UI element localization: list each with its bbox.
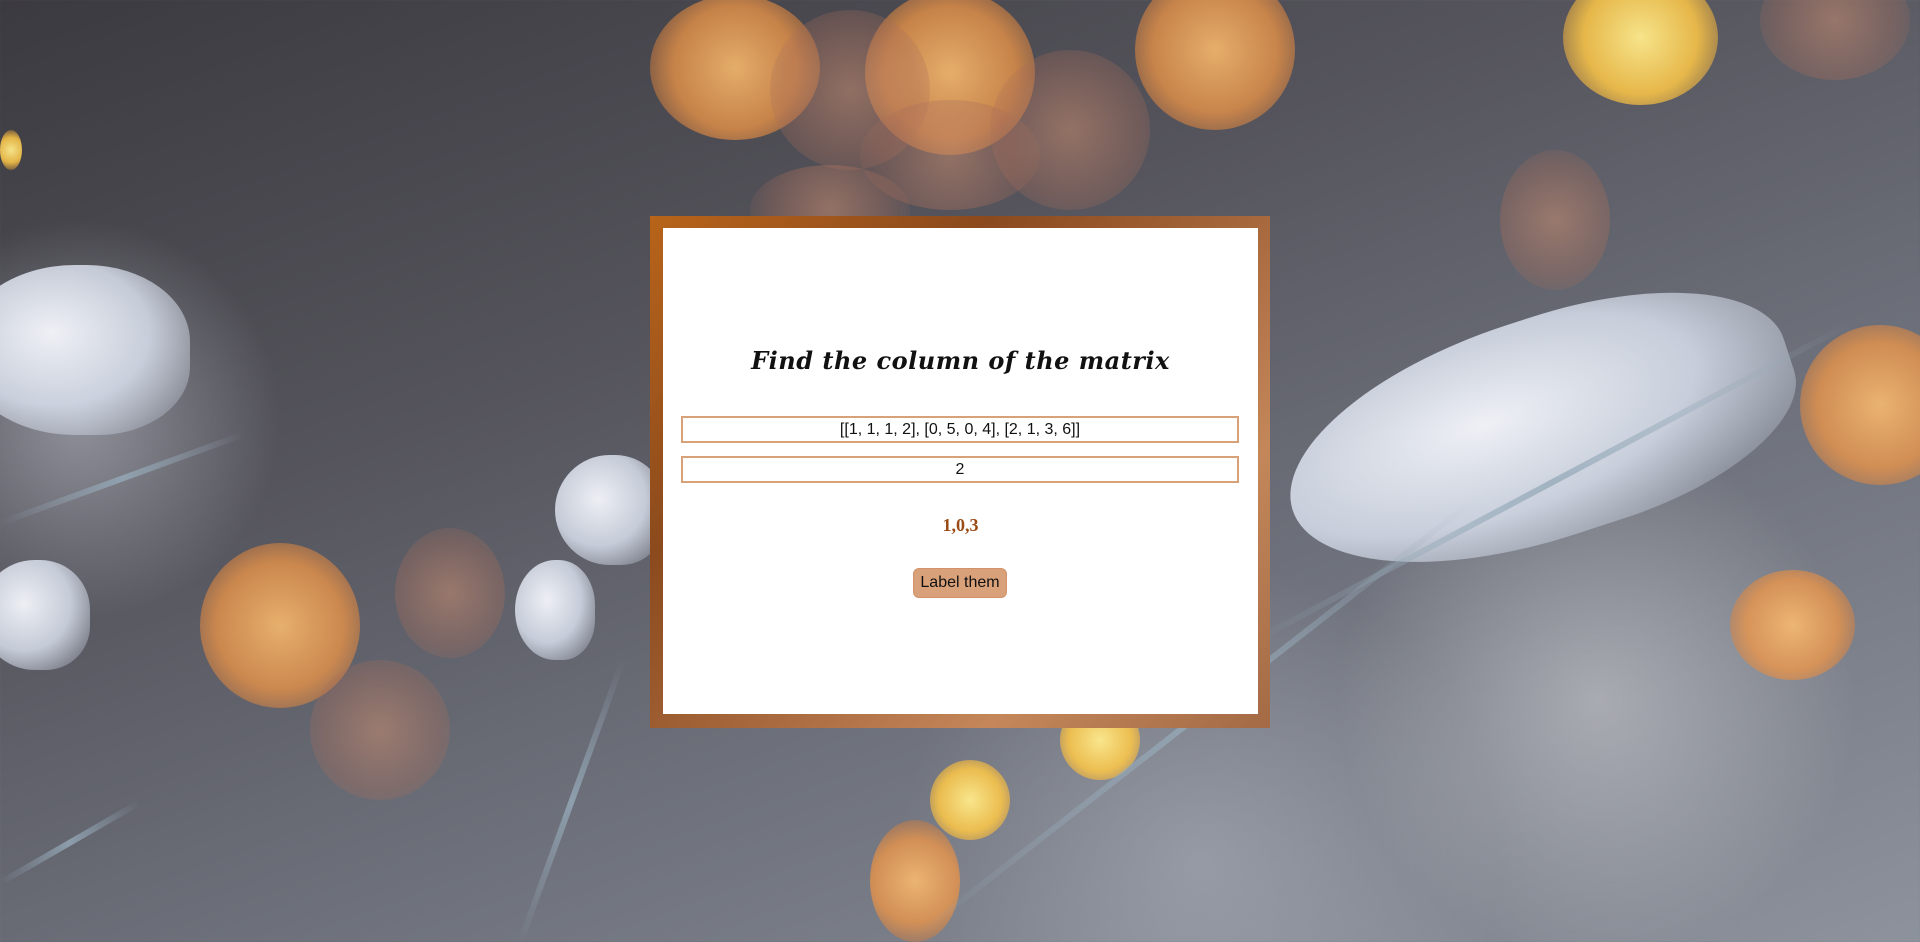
bokeh-light [870, 820, 960, 942]
pine-branch [0, 800, 141, 886]
snow-clump [555, 455, 665, 565]
page-title: Find the column of the matrix [751, 346, 1170, 375]
result-text: 1,0,3 [942, 515, 979, 535]
snow-clump [1258, 245, 1822, 615]
label-them-button[interactable]: Label them [913, 568, 1007, 598]
bokeh-light [1135, 0, 1295, 130]
pine-branch [0, 431, 246, 526]
pine-branch [517, 660, 626, 942]
matrix-card: Find the column of the matrix 1,0,3 Labe… [663, 228, 1258, 714]
bokeh-light [395, 528, 505, 658]
bokeh-light [860, 100, 1040, 210]
bokeh-light [1563, 0, 1718, 105]
snow-clump [0, 265, 190, 435]
bokeh-light [1500, 150, 1610, 290]
bokeh-light [1800, 325, 1920, 485]
bokeh-light [200, 543, 360, 708]
matrix-input[interactable] [681, 416, 1239, 443]
bokeh-light [1760, 0, 1910, 80]
bokeh-light [1730, 570, 1855, 680]
pine-branch [1248, 321, 1852, 646]
bokeh-light [650, 0, 820, 140]
column-input[interactable] [681, 456, 1239, 483]
bokeh-light [310, 660, 450, 800]
snow-clump [515, 560, 595, 660]
bokeh-light [865, 0, 1035, 155]
bokeh-light [770, 10, 930, 170]
bokeh-light [0, 130, 22, 170]
snow-clump [0, 560, 90, 670]
bokeh-light [990, 50, 1150, 210]
bokeh-light [930, 760, 1010, 840]
